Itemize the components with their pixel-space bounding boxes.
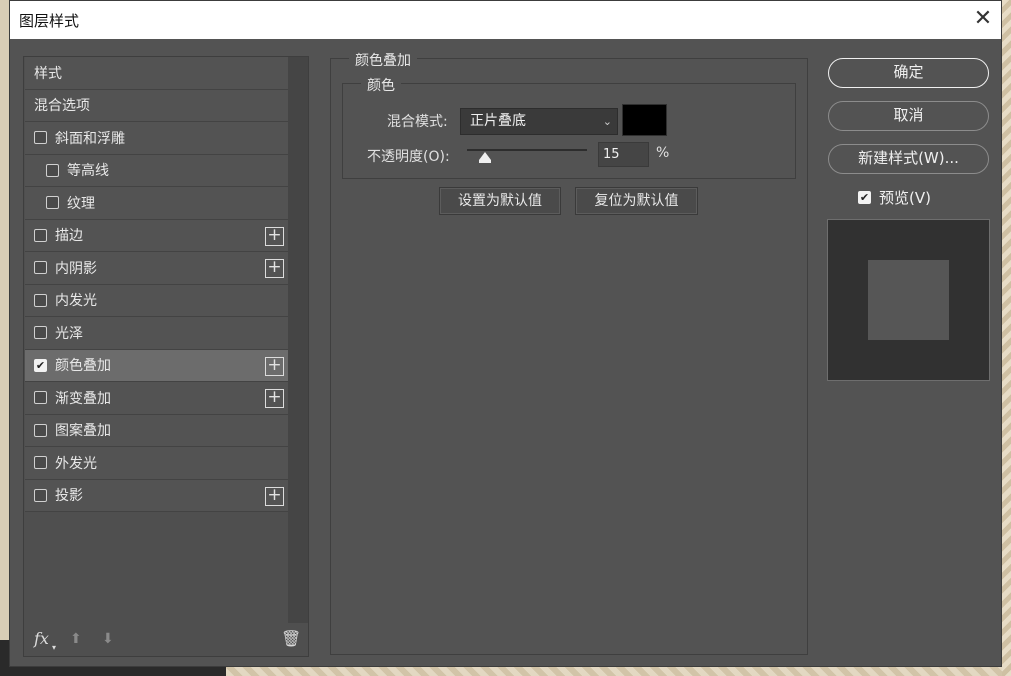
style-item-11[interactable]: 图案叠加 <box>25 414 288 447</box>
style-item-label: 内阴影 <box>55 260 97 277</box>
opacity-label: 不透明度(O): <box>367 149 450 165</box>
style-item-content: 内阴影 <box>34 258 97 278</box>
style-item-8[interactable]: 光泽 <box>25 317 288 350</box>
style-item-label: 颜色叠加 <box>55 358 111 375</box>
style-item-checkbox[interactable] <box>46 163 59 177</box>
new-style-button[interactable]: 新建样式(W)... <box>828 144 989 174</box>
opacity-input[interactable] <box>598 142 649 167</box>
style-item-label: 纹理 <box>67 195 95 212</box>
style-item-checkbox[interactable] <box>34 326 47 340</box>
style-item-label: 光泽 <box>55 325 83 342</box>
group-title: 颜色叠加 <box>349 50 417 70</box>
set-default-button[interactable]: 设置为默认值 <box>439 187 561 215</box>
style-item-label: 外发光 <box>55 455 97 472</box>
style-item-label: 描边 <box>55 228 83 245</box>
style-item-checkbox[interactable] <box>34 228 47 242</box>
close-icon[interactable]: ✕ <box>971 6 995 32</box>
opacity-slider-thumb[interactable] <box>479 152 491 160</box>
ok-button[interactable]: 确定 <box>828 58 989 88</box>
style-item-5[interactable]: 描边 + <box>25 219 288 252</box>
add-style-plus-icon[interactable]: + <box>265 356 284 376</box>
style-item-9[interactable]: ✔ 颜色叠加 + <box>25 349 288 382</box>
background-right-edge <box>1002 0 1011 676</box>
style-item-checkbox[interactable] <box>34 488 47 502</box>
style-item-6[interactable]: 内阴影 + <box>25 252 288 285</box>
style-item-content: 样式 <box>34 63 62 83</box>
cancel-button[interactable]: 取消 <box>828 101 989 131</box>
color-swatch[interactable] <box>622 104 667 136</box>
style-item-label: 图案叠加 <box>55 423 111 440</box>
style-item-1[interactable]: 混合选项 <box>25 89 288 122</box>
color-overlay-group: 颜色叠加 颜色 混合模式: 正片叠底 ⌄ 不透明度(O): % 设置为默认值 复… <box>330 50 808 655</box>
color-subgroup: 颜色 混合模式: 正片叠底 ⌄ 不透明度(O): % <box>342 75 796 179</box>
preview-thumbnail <box>827 219 990 381</box>
blend-mode-label: 混合模式: <box>387 114 448 130</box>
style-item-content: 斜面和浮雕 <box>34 128 125 148</box>
style-item-content: 外发光 <box>34 453 97 473</box>
blend-mode-select[interactable]: 正片叠底 ⌄ <box>460 108 618 135</box>
style-item-content: 投影 <box>34 485 83 505</box>
style-item-content: 内发光 <box>34 290 97 310</box>
style-item-checkbox[interactable] <box>34 456 47 470</box>
style-item-content: 描边 <box>34 225 83 245</box>
title-bar: 图层样式 ✕ <box>10 1 1001 39</box>
style-item-7[interactable]: 内发光 <box>25 284 288 317</box>
fx-dropdown-caret-icon: ▾ <box>52 643 57 652</box>
style-item-12[interactable]: 外发光 <box>25 447 288 480</box>
style-item-checkbox[interactable] <box>34 293 47 307</box>
style-item-3[interactable]: 等高线 <box>25 154 288 187</box>
style-item-checkbox[interactable]: ✔ <box>34 358 47 372</box>
style-item-label: 渐变叠加 <box>55 390 111 407</box>
style-item-checkbox[interactable] <box>46 196 59 210</box>
preview-thumbnail-inner <box>868 260 949 340</box>
style-item-content: 混合选项 <box>34 95 90 115</box>
add-style-plus-icon[interactable]: + <box>265 259 284 278</box>
style-list-scrollbar[interactable] <box>288 57 308 623</box>
move-up-icon[interactable]: ⬆ <box>70 631 82 647</box>
add-style-plus-icon[interactable]: + <box>265 486 284 506</box>
style-item-checkbox[interactable] <box>34 423 47 437</box>
subgroup-title: 颜色 <box>361 75 401 95</box>
style-item-checkbox[interactable] <box>34 131 47 145</box>
reset-default-button[interactable]: 复位为默认值 <box>575 187 698 215</box>
add-style-plus-icon[interactable]: + <box>265 226 284 246</box>
style-item-checkbox[interactable] <box>34 261 47 275</box>
style-item-content: ✔ 颜色叠加 <box>34 355 111 375</box>
style-item-13[interactable]: 投影 + <box>25 479 288 512</box>
style-item-10[interactable]: 渐变叠加 + <box>25 382 288 415</box>
style-item-label: 样式 <box>34 65 62 82</box>
style-item-label: 内发光 <box>55 293 97 310</box>
percent-sign: % <box>656 145 670 161</box>
style-item-label: 斜面和浮雕 <box>55 130 125 147</box>
style-item-content: 纹理 <box>46 193 95 213</box>
style-item-content: 等高线 <box>46 160 109 180</box>
style-list-footer: fx ▾ ⬆ ⬇ 🗑 <box>24 623 308 657</box>
style-item-0[interactable]: 样式 <box>25 57 288 90</box>
opacity-slider-track[interactable] <box>467 149 587 151</box>
style-item-4[interactable]: 纹理 <box>25 187 288 220</box>
blend-mode-value: 正片叠底 <box>470 113 526 129</box>
style-item-label: 混合选项 <box>34 98 90 115</box>
style-item-label: 投影 <box>55 488 83 505</box>
style-list-panel: 样式混合选项斜面和浮雕等高线纹理描边 + 内阴影 + 内发光光泽 ✔ 颜色叠加 + 渐变叠加 + 图… <box>23 56 309 657</box>
chevron-down-icon: ⌄ <box>602 115 612 128</box>
style-item-content: 图案叠加 <box>34 420 111 440</box>
preview-checkbox[interactable]: ✔ <box>858 191 871 204</box>
style-list: 样式混合选项斜面和浮雕等高线纹理描边 + 内阴影 + 内发光光泽 ✔ 颜色叠加 + 渐变叠加 + 图… <box>25 57 288 512</box>
style-item-checkbox[interactable] <box>34 391 47 405</box>
window-title: 图层样式 <box>19 12 80 30</box>
fx-menu-button[interactable]: fx <box>34 629 49 648</box>
trash-icon[interactable]: 🗑 <box>281 629 301 648</box>
preview-toggle[interactable]: ✔ 预览(V) <box>858 187 931 208</box>
add-style-plus-icon[interactable]: + <box>265 389 284 408</box>
move-down-icon[interactable]: ⬇ <box>102 631 114 647</box>
layer-style-dialog: 图层样式 ✕ 样式混合选项斜面和浮雕等高线纹理描边 + 内阴影 + 内发光光泽 ✔ 颜色叠加… <box>9 0 1002 667</box>
preview-label: 预览(V) <box>879 189 931 207</box>
style-item-2[interactable]: 斜面和浮雕 <box>25 122 288 155</box>
style-item-label: 等高线 <box>67 163 109 180</box>
style-item-content: 光泽 <box>34 323 83 343</box>
opacity-slider-thumb-base[interactable] <box>479 160 491 163</box>
style-item-content: 渐变叠加 <box>34 388 111 408</box>
